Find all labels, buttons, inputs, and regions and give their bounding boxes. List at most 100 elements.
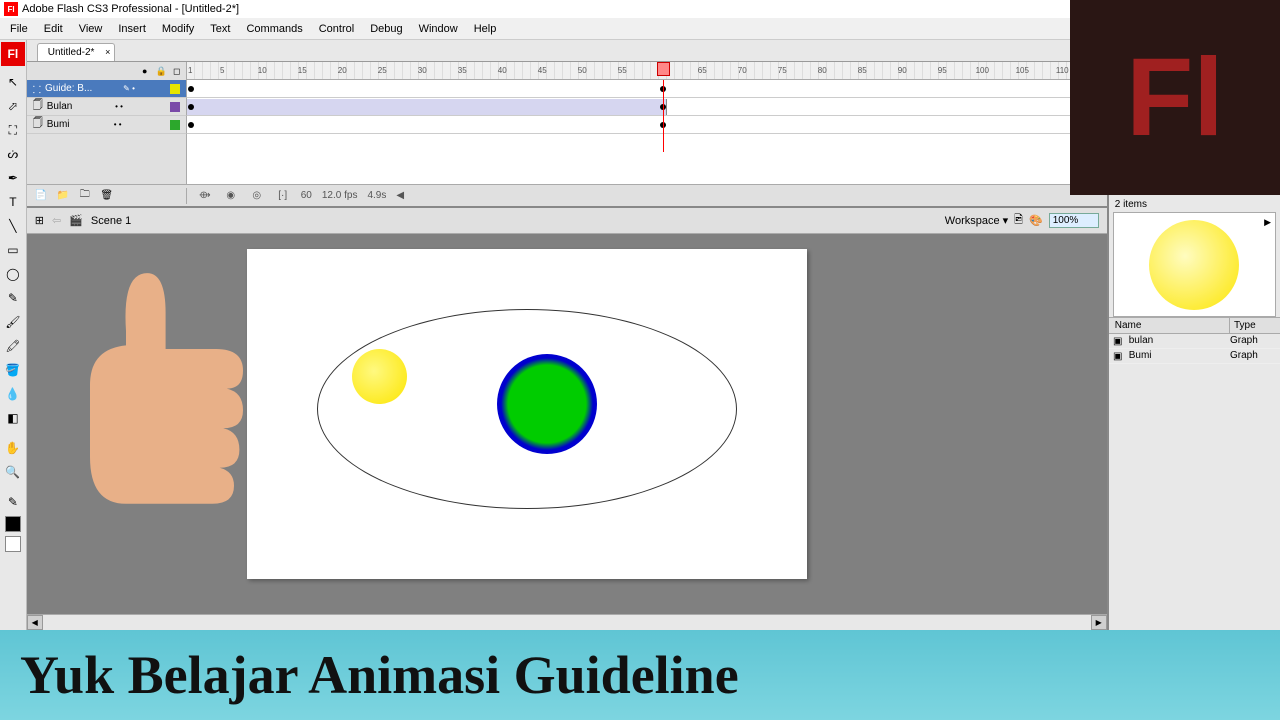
time-display: 4.9s: [367, 190, 386, 201]
pencil-tool[interactable]: ✎: [1, 287, 25, 309]
menu-control[interactable]: Control: [311, 21, 362, 37]
eyedropper-tool[interactable]: 💧: [1, 383, 25, 405]
document-tabs: Untitled-2* ×: [27, 40, 1107, 62]
brush-tool[interactable]: 🖌: [1, 311, 25, 333]
layer-row[interactable]: 🗍Bulan• •: [27, 98, 1107, 116]
onion-skin-icon[interactable]: ◉: [223, 188, 239, 204]
rectangle-tool[interactable]: ▭: [1, 239, 25, 261]
app-icon: Fl: [4, 2, 18, 16]
layer-name-cell[interactable]: 🗍Bulan• •: [27, 98, 187, 116]
menu-window[interactable]: Window: [411, 21, 466, 37]
library-column-type[interactable]: Type: [1230, 318, 1280, 333]
menu-modify[interactable]: Modify: [154, 21, 202, 37]
library-item[interactable]: ▣ bulan Graph: [1109, 334, 1280, 349]
flash-logo-large: Fl: [1070, 0, 1280, 195]
earth-symbol[interactable]: [497, 354, 597, 454]
guide-icon: ⸬: [33, 82, 41, 96]
frames-track[interactable]: [187, 116, 1107, 134]
lock-icon[interactable]: 🔒: [156, 66, 166, 77]
scene-icon: 🎬: [69, 214, 83, 227]
eye-icon[interactable]: ●: [140, 66, 150, 76]
rewind-icon[interactable]: ◀: [396, 190, 404, 201]
free-transform-tool[interactable]: ⛶: [1, 119, 25, 141]
selection-tool[interactable]: ↖: [1, 71, 25, 93]
layer-icon: 🗍: [33, 116, 43, 133]
text-tool[interactable]: T: [1, 191, 25, 213]
frames-track[interactable]: [187, 80, 1107, 98]
menu-edit[interactable]: Edit: [36, 21, 71, 37]
menu-text[interactable]: Text: [202, 21, 238, 37]
toolbox: Fl ↖ ⬀ ⛶ ᔖ ✒ T ╲ ▭ ◯ ✎ 🖌 🖍 🪣 💧 ◧ ✋ 🔍 ✎: [0, 40, 27, 630]
oval-tool[interactable]: ◯: [1, 263, 25, 285]
moon-symbol[interactable]: [352, 349, 407, 404]
library-column-name[interactable]: Name: [1109, 318, 1230, 333]
pen-tool[interactable]: ✒: [1, 167, 25, 189]
stage-container[interactable]: ◀ ▶: [27, 234, 1107, 630]
layer-row[interactable]: 🗍Bumi• •: [27, 116, 1107, 134]
ink-bottle-tool[interactable]: 🖍: [1, 335, 25, 357]
horizontal-scrollbar[interactable]: ◀ ▶: [27, 614, 1107, 630]
play-icon[interactable]: ▶: [1264, 217, 1271, 228]
layer-row[interactable]: ⸬ Guide: B... ✎ •: [27, 80, 1107, 98]
timeline-panel: ● 🔒 ◻ 1510152025303540455055606570758085…: [27, 62, 1107, 208]
close-icon[interactable]: ×: [105, 47, 110, 57]
paint-bucket-tool[interactable]: 🪣: [1, 359, 25, 381]
zoom-tool[interactable]: 🔍: [1, 461, 25, 483]
document-tab-label: Untitled-2*: [48, 47, 95, 58]
library-preview: ▶: [1113, 212, 1276, 317]
hand-tool[interactable]: ✋: [1, 437, 25, 459]
zoom-input[interactable]: [1049, 213, 1099, 228]
edit-scene-icon[interactable]: ⊞: [35, 214, 44, 227]
delete-layer-button[interactable]: 🗑: [99, 188, 115, 204]
new-layer-button[interactable]: 📄: [33, 188, 49, 204]
layer-buttons: 📄 📁 🗀 🗑: [27, 188, 187, 204]
layer-name-cell[interactable]: ⸬ Guide: B... ✎ •: [27, 80, 187, 98]
layer-color-swatch[interactable]: [170, 102, 180, 112]
layer-name: Bulan: [47, 101, 73, 112]
subselection-tool[interactable]: ⬀: [1, 95, 25, 117]
outline-icon[interactable]: ◻: [172, 66, 182, 77]
window-title: Adobe Flash CS3 Professional - [Untitled…: [22, 3, 239, 15]
menu-help[interactable]: Help: [466, 21, 505, 37]
frame-ruler[interactable]: 1510152025303540455055606570758085909510…: [187, 62, 1107, 80]
current-frame: 60: [301, 190, 312, 201]
layer-name: Guide: B...: [45, 83, 92, 94]
onion-outline-icon[interactable]: ◎: [249, 188, 265, 204]
layer-toggles[interactable]: ✎ •: [123, 84, 135, 93]
document-tab[interactable]: Untitled-2* ×: [37, 43, 116, 61]
center-frame-icon[interactable]: ⟴: [197, 188, 213, 204]
lasso-tool[interactable]: ᔖ: [1, 143, 25, 165]
layer-toggles[interactable]: • •: [115, 102, 123, 111]
layer-name-cell[interactable]: 🗍Bumi• •: [27, 116, 187, 134]
stroke-color-icon[interactable]: ✎: [1, 491, 25, 513]
edit-multi-icon[interactable]: [·]: [275, 188, 291, 204]
graphic-icon: ▣: [1111, 335, 1125, 347]
fps-display: 12.0 fps: [322, 190, 358, 201]
new-folder-button[interactable]: 🗀: [77, 188, 93, 204]
stroke-color[interactable]: [5, 516, 21, 532]
menu-view[interactable]: View: [71, 21, 111, 37]
menu-commands[interactable]: Commands: [238, 21, 310, 37]
scene-name[interactable]: Scene 1: [91, 215, 131, 227]
menu-insert[interactable]: Insert: [110, 21, 154, 37]
video-title-banner: Yuk Belajar Animasi Guideline: [0, 630, 1280, 720]
new-guide-button[interactable]: 📁: [55, 188, 71, 204]
workspace-dropdown[interactable]: Workspace ▾: [945, 214, 1008, 227]
edit-symbol-icon[interactable]: 🎨: [1029, 214, 1043, 227]
layer-toggles[interactable]: • •: [114, 120, 122, 129]
scroll-right-button[interactable]: ▶: [1091, 615, 1107, 630]
layer-color-swatch[interactable]: [170, 84, 180, 94]
library-item[interactable]: ▣ Bumi Graph: [1109, 349, 1280, 364]
eraser-tool[interactable]: ◧: [1, 407, 25, 429]
back-icon[interactable]: ⇦: [52, 214, 61, 227]
line-tool[interactable]: ╲: [1, 215, 25, 237]
stage[interactable]: [247, 249, 807, 579]
menu-file[interactable]: File: [2, 21, 36, 37]
scroll-left-button[interactable]: ◀: [27, 615, 43, 630]
frames-track[interactable]: [187, 98, 1107, 116]
menu-debug[interactable]: Debug: [362, 21, 410, 37]
fill-color[interactable]: [5, 536, 21, 552]
banner-text: Yuk Belajar Animasi Guideline: [20, 644, 739, 706]
layer-color-swatch[interactable]: [170, 120, 180, 130]
edit-scene-icon-2[interactable]: 🖻: [1014, 211, 1023, 230]
